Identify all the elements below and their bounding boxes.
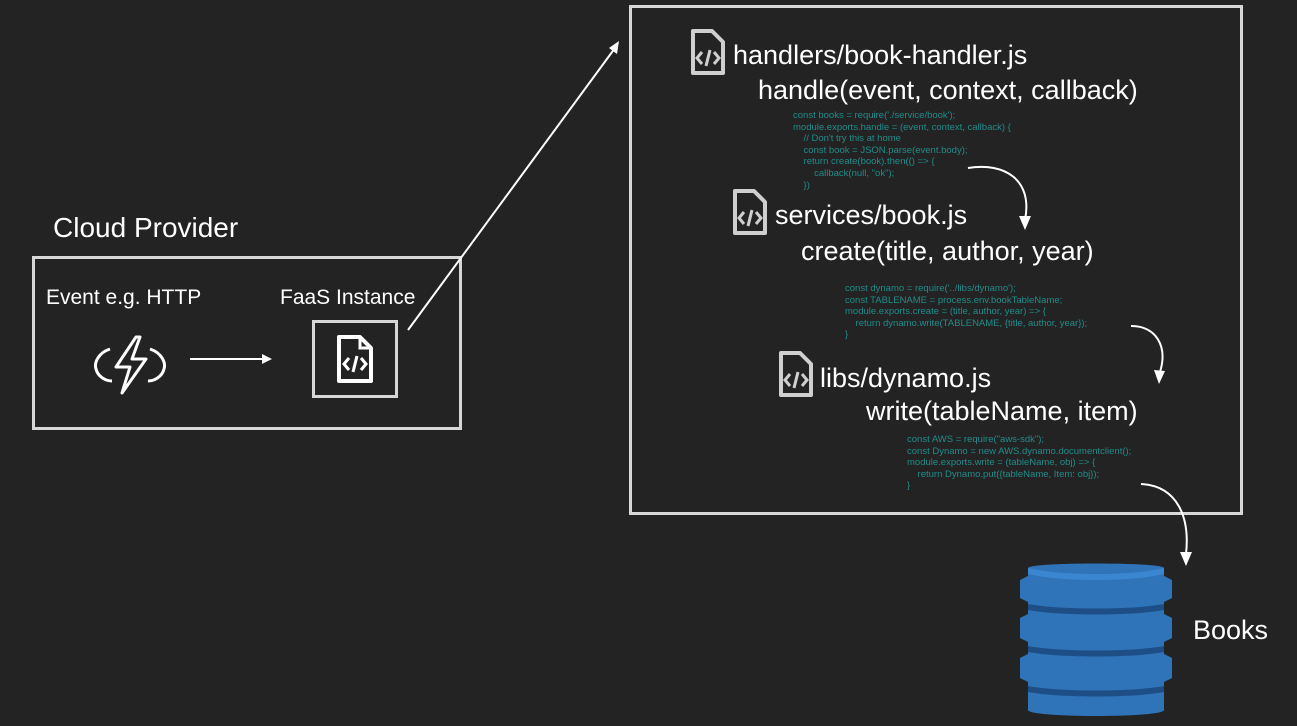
cloud-provider-title: Cloud Provider xyxy=(53,212,239,243)
call-arrow-3 xyxy=(1140,483,1192,566)
call-arrow-2 xyxy=(1130,325,1165,384)
event-label: Event e.g. HTTP xyxy=(46,286,202,309)
faas-to-code-arrow xyxy=(407,41,619,331)
dynamodb-icon xyxy=(1020,563,1172,716)
database-label: Books xyxy=(1193,615,1269,645)
file-path-dynamo: libs/dynamo.js xyxy=(820,363,992,393)
faas-instance-label: FaaS Instance xyxy=(280,286,416,309)
code-snippet-dynamo: const AWS = require("aws-sdk"); const Dy… xyxy=(907,434,1132,492)
code-snippet-service: const dynamo = require('../libs/dynamo')… xyxy=(845,283,1088,341)
code-file-icon xyxy=(337,335,373,383)
file-signature-service: create(title, author, year) xyxy=(801,236,1094,266)
code-file-icon xyxy=(691,29,725,75)
code-file-icon xyxy=(733,189,767,235)
file-signature-handler: handle(event, context, callback) xyxy=(758,75,1138,105)
file-path-handler: handlers/book-handler.js xyxy=(733,40,1028,70)
lightning-bolt-icon xyxy=(94,335,166,395)
event-to-faas-arrow xyxy=(190,354,272,364)
file-path-service: services/book.js xyxy=(775,200,968,230)
call-arrow-1 xyxy=(967,165,1031,230)
file-signature-dynamo: write(tableName, item) xyxy=(866,396,1138,426)
code-file-icon xyxy=(779,351,813,397)
